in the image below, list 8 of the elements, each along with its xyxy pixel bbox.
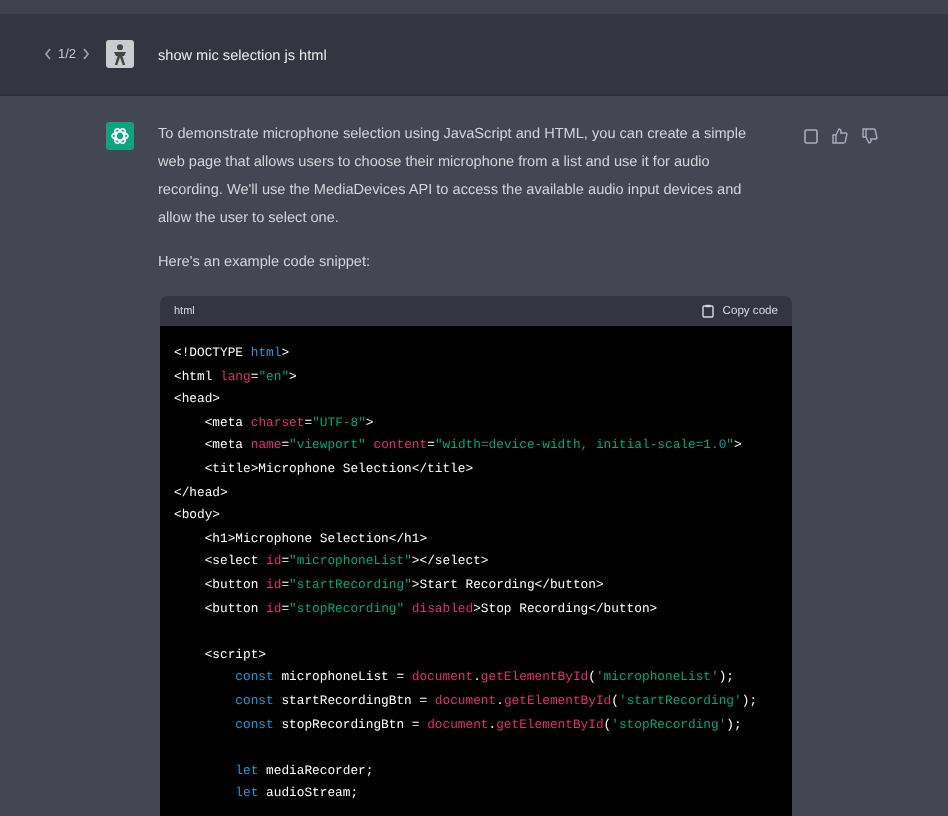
thumbs-up-icon[interactable] bbox=[832, 128, 848, 144]
thumbs-down-icon[interactable] bbox=[862, 128, 878, 144]
avatar-icon bbox=[106, 40, 134, 68]
clipboard-icon[interactable] bbox=[804, 128, 818, 144]
previous-icon[interactable] bbox=[44, 48, 52, 60]
assistant-logo-icon bbox=[106, 122, 134, 150]
next-icon[interactable] bbox=[82, 48, 91, 60]
clipboard-icon bbox=[702, 304, 715, 318]
